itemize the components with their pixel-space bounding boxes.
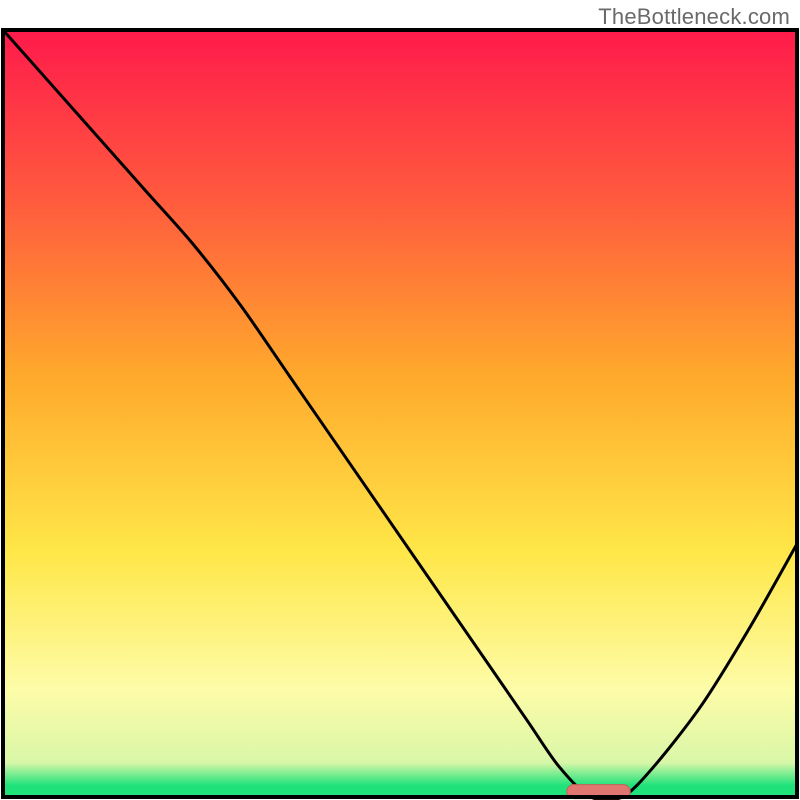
watermark-label: TheBottleneck.com	[598, 4, 790, 30]
plot-area	[3, 30, 797, 800]
chart-canvas: TheBottleneck.com	[0, 0, 800, 800]
bottleneck-chart	[0, 0, 800, 800]
gradient-background	[3, 30, 797, 797]
